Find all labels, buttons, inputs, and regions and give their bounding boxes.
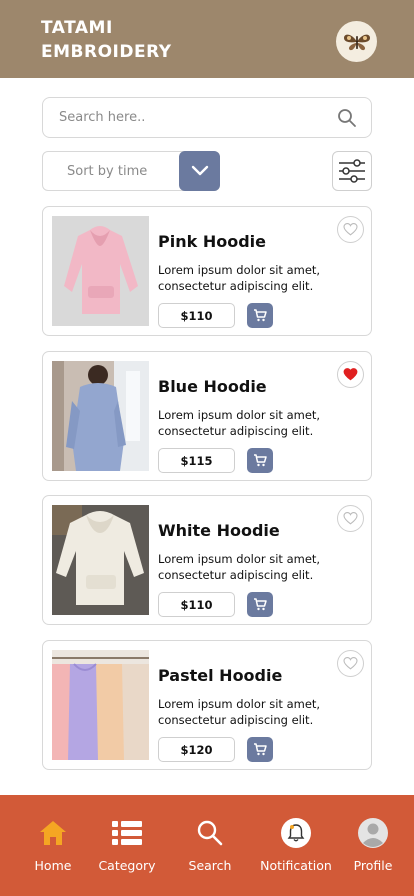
heart-outline-icon xyxy=(343,223,358,236)
nav-home[interactable]: Home xyxy=(27,795,79,896)
home-icon xyxy=(40,821,66,845)
profile-icon xyxy=(358,818,388,848)
search-icon[interactable] xyxy=(337,108,357,128)
cart-icon xyxy=(254,454,267,467)
product-image[interactable] xyxy=(52,216,149,326)
product-name: Pastel Hoodie xyxy=(158,666,283,685)
nav-label: Profile xyxy=(353,858,393,873)
product-description: Lorem ipsum dolor sit amet, consectetur … xyxy=(158,408,321,438)
brand-line-2: EMBROIDERY xyxy=(41,42,172,62)
product-price: $110 xyxy=(158,592,235,617)
nav-label: Category xyxy=(98,858,156,873)
nav-notification[interactable]: Notification xyxy=(258,795,334,896)
favorite-button[interactable] xyxy=(337,361,364,388)
favorite-button[interactable] xyxy=(337,216,364,243)
chevron-down-icon xyxy=(191,165,208,176)
product-image[interactable] xyxy=(52,650,149,760)
nav-category[interactable]: Category xyxy=(96,795,158,896)
cart-icon xyxy=(254,309,267,322)
product-card[interactable]: Blue Hoodie Lorem ipsum dolor sit amet, … xyxy=(42,351,372,481)
list-icon xyxy=(112,821,142,845)
cart-icon xyxy=(254,598,267,611)
add-to-cart-button[interactable] xyxy=(247,303,273,328)
product-price: $115 xyxy=(158,448,235,473)
product-price: $120 xyxy=(158,737,235,762)
product-description: Lorem ipsum dolor sit amet, consectetur … xyxy=(158,697,321,727)
nav-label: Search xyxy=(188,858,232,873)
product-description: Lorem ipsum dolor sit amet, consectetur … xyxy=(158,552,321,582)
product-card[interactable]: Pastel Hoodie Lorem ipsum dolor sit amet… xyxy=(42,640,372,770)
sort-dropdown-button[interactable] xyxy=(179,151,220,191)
nav-search[interactable]: Search xyxy=(184,795,236,896)
nav-label: Notification xyxy=(260,858,332,873)
favorite-button[interactable] xyxy=(337,650,364,677)
product-card[interactable]: Pink Hoodie Lorem ipsum dolor sit amet, … xyxy=(42,206,372,336)
sliders-icon xyxy=(339,159,365,183)
filter-button[interactable] xyxy=(332,151,372,191)
heart-filled-icon xyxy=(343,368,358,381)
product-name: White Hoodie xyxy=(158,521,280,540)
app-header: TATAMI EMBROIDERY xyxy=(0,0,414,78)
heart-outline-icon xyxy=(343,512,358,525)
heart-outline-icon xyxy=(343,657,358,670)
sort-dropdown[interactable]: Sort by time xyxy=(42,151,220,191)
add-to-cart-button[interactable] xyxy=(247,592,273,617)
product-name: Pink Hoodie xyxy=(158,232,266,251)
bell-icon xyxy=(281,818,311,848)
add-to-cart-button[interactable] xyxy=(247,448,273,473)
product-image[interactable] xyxy=(52,361,149,471)
sort-label: Sort by time xyxy=(67,164,148,179)
add-to-cart-button[interactable] xyxy=(247,737,273,762)
cart-icon xyxy=(254,743,267,756)
product-name: Blue Hoodie xyxy=(158,377,267,396)
favorite-button[interactable] xyxy=(337,505,364,532)
product-card[interactable]: White Hoodie Lorem ipsum dolor sit amet,… xyxy=(42,495,372,625)
product-description: Lorem ipsum dolor sit amet, consectetur … xyxy=(158,263,321,293)
search-bar[interactable] xyxy=(42,97,372,138)
nav-profile[interactable]: Profile xyxy=(350,795,396,896)
product-price: $110 xyxy=(158,303,235,328)
bottom-nav: Home Category Search Notification Profil… xyxy=(0,795,414,896)
search-icon xyxy=(197,820,223,846)
search-input[interactable] xyxy=(59,98,329,137)
moth-logo-icon[interactable] xyxy=(336,21,377,62)
brand-line-1: TATAMI xyxy=(41,18,113,38)
product-image[interactable] xyxy=(52,505,149,615)
brand-title: TATAMI EMBROIDERY xyxy=(41,16,172,64)
nav-label: Home xyxy=(34,858,72,873)
